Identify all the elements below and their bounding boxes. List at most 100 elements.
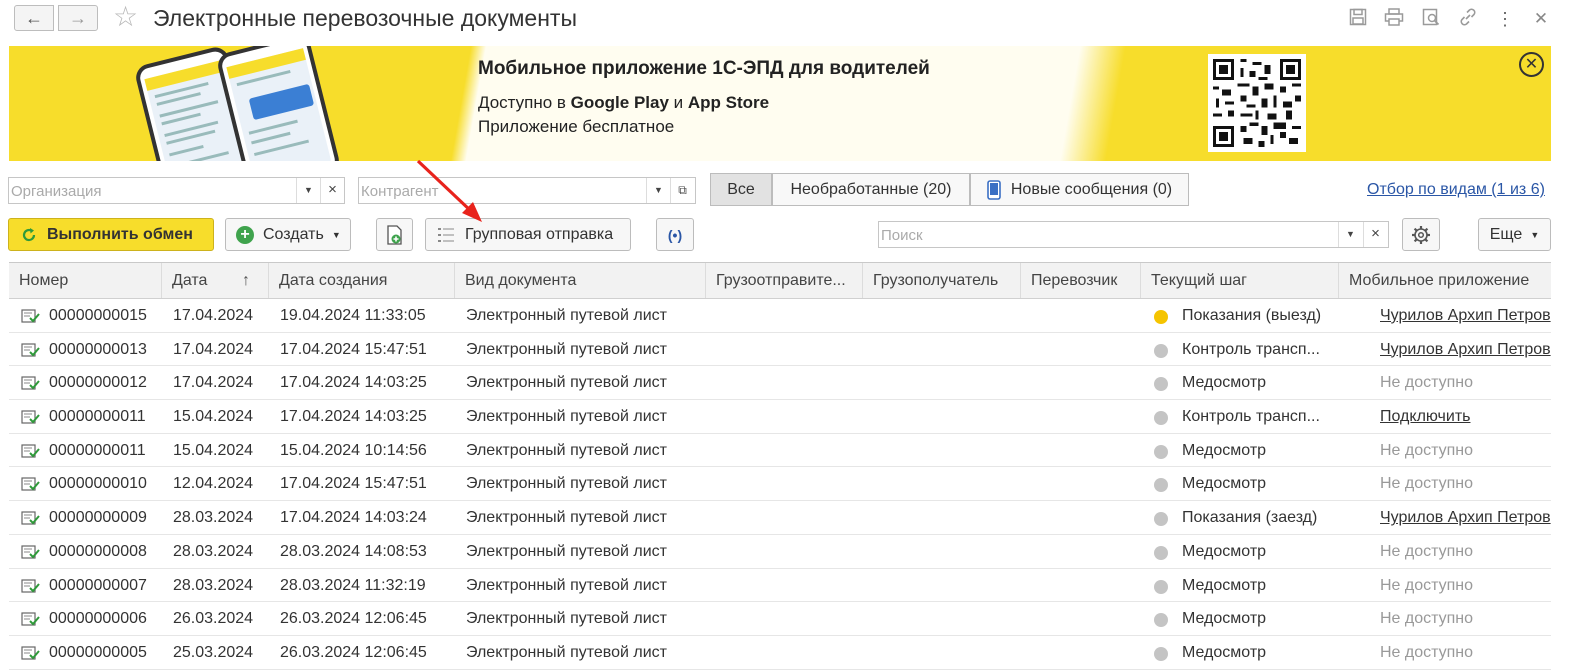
arrow-right-icon: → <box>69 7 87 28</box>
favorite-star-icon[interactable]: ☆ <box>113 2 138 32</box>
gear-icon <box>1412 225 1430 244</box>
table-row[interactable]: 00000000006 26.03.2024 26.03.2024 12:06:45… <box>9 602 1551 636</box>
search-input[interactable]: Поиск ▼ × <box>878 221 1389 248</box>
banner-availability: Доступно в Google Play и App Store <box>478 93 770 112</box>
cell-created: 17.04.2024 14:03:25 <box>280 374 427 392</box>
cell-mobile-link[interactable]: Чурилов Архип Петров <box>1380 299 1551 332</box>
cell-mobile-status: Не доступно <box>1380 610 1474 628</box>
google-play-label: Google Play <box>570 93 669 112</box>
table-row[interactable]: 00000000007 28.03.2024 28.03.2024 11:32:19… <box>9 568 1551 603</box>
segment-all[interactable]: Все <box>710 173 772 206</box>
table-row[interactable]: 00000000010 12.04.2024 17.04.2024 15:47:51… <box>9 467 1551 502</box>
column-header-shipper[interactable]: Грузоотправите... <box>706 263 863 298</box>
cell-created: 28.03.2024 11:32:19 <box>280 576 426 594</box>
table-row[interactable]: 00000000011 15.04.2024 15.04.2024 10:14:56… <box>9 433 1551 468</box>
cell-mobile-link[interactable]: Подключить <box>1380 400 1551 433</box>
plus-icon: + <box>236 225 254 244</box>
cell-current-step: Контроль трансп... <box>1182 408 1320 426</box>
cell-doc-type: Электронный путевой лист <box>466 374 667 392</box>
clear-search-icon[interactable]: × <box>1363 222 1387 247</box>
print-icon[interactable] <box>1383 8 1405 30</box>
broadcast-button[interactable]: (•) <box>656 218 694 251</box>
promo-banner: Мобильное приложение 1С-ЭПД для водителе… <box>9 46 1551 161</box>
document-icon <box>21 511 40 525</box>
cell-current-step: Показания (заезд) <box>1182 509 1318 527</box>
close-banner-button[interactable]: ✕ <box>1519 52 1544 77</box>
table-body: 00000000015 17.04.2024 19.04.2024 11:33:05… <box>9 299 1551 670</box>
column-header-doc-type[interactable]: Вид документа <box>455 263 706 298</box>
cell-created: 28.03.2024 14:08:53 <box>280 542 427 560</box>
cell-number: 00000000011 <box>49 408 146 426</box>
table-row[interactable]: 00000000008 28.03.2024 28.03.2024 14:08:53… <box>9 535 1551 569</box>
column-header-date-label: Дата <box>172 272 208 289</box>
table-row[interactable]: 00000000015 17.04.2024 19.04.2024 11:33:05… <box>9 299 1551 333</box>
link-icon[interactable] <box>1457 8 1479 30</box>
column-header-mobile-app[interactable]: Мобильное приложение <box>1339 263 1551 298</box>
cell-date: 17.04.2024 <box>173 340 254 358</box>
step-status-dot <box>1154 310 1168 324</box>
settings-button[interactable] <box>1402 218 1440 251</box>
cell-doc-type: Электронный путевой лист <box>466 441 667 459</box>
column-header-created[interactable]: Дата создания <box>269 263 455 298</box>
cell-date: 28.03.2024 <box>173 542 254 560</box>
preview-icon[interactable] <box>1420 8 1442 30</box>
cell-doc-type: Электронный путевой лист <box>466 643 667 661</box>
document-icon <box>21 545 40 559</box>
more-button[interactable]: Еще ▼ <box>1478 218 1551 251</box>
table-row[interactable]: 00000000012 17.04.2024 17.04.2024 14:03:25… <box>9 366 1551 401</box>
document-icon <box>21 578 40 593</box>
exchange-button-label: Выполнить обмен <box>47 225 193 243</box>
cell-number: 00000000008 <box>49 542 147 560</box>
cell-doc-type: Электронный путевой лист <box>466 542 667 560</box>
cell-mobile-link[interactable]: Чурилов Архип Петров <box>1380 501 1551 534</box>
close-window-icon[interactable]: ✕ <box>1530 8 1552 30</box>
cell-created: 15.04.2024 10:14:56 <box>280 441 427 459</box>
chevron-down-icon[interactable]: ▼ <box>646 178 670 203</box>
refresh-icon <box>22 227 36 241</box>
step-status-dot <box>1154 377 1168 392</box>
column-header-carrier[interactable]: Перевозчик <box>1021 263 1141 298</box>
cell-current-step: Медосмотр <box>1182 441 1267 459</box>
save-icon[interactable] <box>1347 8 1369 30</box>
view-filter-link[interactable]: Отбор по видам (1 из 6) <box>1367 181 1545 199</box>
app-store-label: App Store <box>687 93 770 112</box>
create-button[interactable]: + Создать ▼ <box>225 218 351 251</box>
column-header-current-step[interactable]: Текущий шаг <box>1141 263 1339 298</box>
cell-mobile-link[interactable]: Чурилов Архип Петров <box>1380 333 1551 366</box>
document-icon <box>21 376 40 390</box>
table-row[interactable]: 00000000009 28.03.2024 17.04.2024 14:03:24… <box>9 501 1551 535</box>
chevron-down-icon[interactable]: ▼ <box>1338 222 1362 247</box>
cell-date: 25.03.2024 <box>173 643 254 661</box>
column-header-date[interactable]: Дата ↑ <box>162 263 269 298</box>
more-vertical-icon[interactable]: ⋮ <box>1494 8 1516 30</box>
table-row[interactable]: 00000000011 15.04.2024 17.04.2024 14:03:25… <box>9 400 1551 434</box>
table-row[interactable]: 00000000005 25.03.2024 26.03.2024 12:06:45… <box>9 635 1551 670</box>
cell-created: 17.04.2024 15:47:51 <box>280 340 427 358</box>
new-document-button[interactable] <box>376 218 413 251</box>
documents-table: Номер Дата ↑ Дата создания Вид документа… <box>9 262 1551 670</box>
forward-button[interactable]: → <box>58 5 98 31</box>
chevron-down-icon: ▼ <box>331 229 341 240</box>
chevron-down-icon[interactable]: ▼ <box>296 178 320 203</box>
cell-mobile-status: Не доступно <box>1380 542 1474 560</box>
cell-doc-type: Электронный путевой лист <box>466 475 667 493</box>
step-status-dot <box>1154 545 1168 560</box>
cell-date: 26.03.2024 <box>173 610 254 628</box>
exchange-button[interactable]: Выполнить обмен <box>8 218 214 251</box>
cell-doc-type: Электронный путевой лист <box>466 509 667 527</box>
segment-new-messages[interactable]: Новые сообщения (0) <box>970 173 1189 206</box>
column-header-number[interactable]: Номер <box>9 263 162 298</box>
segment-new-messages-label: Новые сообщения (0) <box>1010 180 1173 198</box>
arrow-left-icon: ← <box>25 7 43 28</box>
organization-field[interactable]: Организация ▼ × <box>8 177 345 204</box>
counterparty-field[interactable]: Контрагент ▼ ⧉ <box>358 177 696 204</box>
back-button[interactable]: ← <box>14 5 54 31</box>
open-form-icon[interactable]: ⧉ <box>670 178 694 203</box>
table-row[interactable]: 00000000013 17.04.2024 17.04.2024 15:47:51… <box>9 333 1551 367</box>
document-icon <box>21 444 40 458</box>
cell-number: 00000000012 <box>49 374 147 392</box>
cell-created: 26.03.2024 12:06:45 <box>280 610 427 628</box>
clear-icon[interactable]: × <box>320 178 344 203</box>
column-header-consignee[interactable]: Грузополучатель <box>863 263 1021 298</box>
segment-unprocessed[interactable]: Необработанные (20) <box>772 173 970 206</box>
